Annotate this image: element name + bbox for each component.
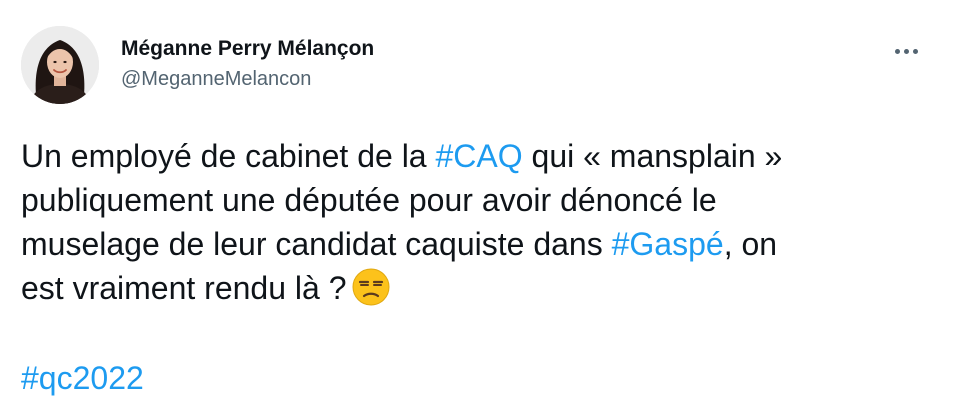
profile-photo-icon — [21, 26, 99, 104]
more-options-icon-dot — [903, 48, 909, 54]
tweet-text-segment: qui « mansplain » — [522, 138, 783, 174]
tweet-text-line: Un employé de cabinet de la #CAQ qui « m… — [21, 134, 921, 178]
hashtag-link-qc2022[interactable]: #qc2022 — [21, 360, 144, 396]
tweet-card: Méganne Perry Mélançon @MeganneMelancon … — [0, 0, 958, 418]
hashtag-link-gaspe[interactable]: #Gaspé — [612, 226, 724, 262]
unamused-face-emoji-icon — [352, 268, 389, 306]
more-options-icon-dot — [912, 48, 918, 54]
tweet-text-segment: , on — [723, 226, 778, 262]
tweet-text-segment: muselage de leur candidat caquiste dans — [21, 226, 612, 262]
more-options-icon — [894, 48, 900, 54]
author-block: Méganne Perry Mélançon @MeganneMelancon — [121, 36, 374, 92]
tweet-tags: #qc2022 — [21, 356, 144, 400]
more-options-button[interactable] — [886, 44, 926, 58]
tweet-text: Un employé de cabinet de la #CAQ qui « m… — [21, 134, 921, 310]
avatar[interactable] — [21, 26, 99, 104]
tweet-text-segment: Un employé de cabinet de la — [21, 138, 436, 174]
tweet-text-line: est vraiment rendu là ? — [21, 266, 921, 310]
tweet-text-line: muselage de leur candidat caquiste dans … — [21, 222, 921, 266]
tweet-text-segment: est vraiment rendu là ? — [21, 270, 347, 306]
author-display-name[interactable]: Méganne Perry Mélançon — [121, 36, 374, 62]
tweet-text-line: publiquement une députée pour avoir déno… — [21, 182, 717, 218]
hashtag-link-caq[interactable]: #CAQ — [435, 138, 522, 174]
author-handle[interactable]: @MeganneMelancon — [121, 66, 374, 92]
